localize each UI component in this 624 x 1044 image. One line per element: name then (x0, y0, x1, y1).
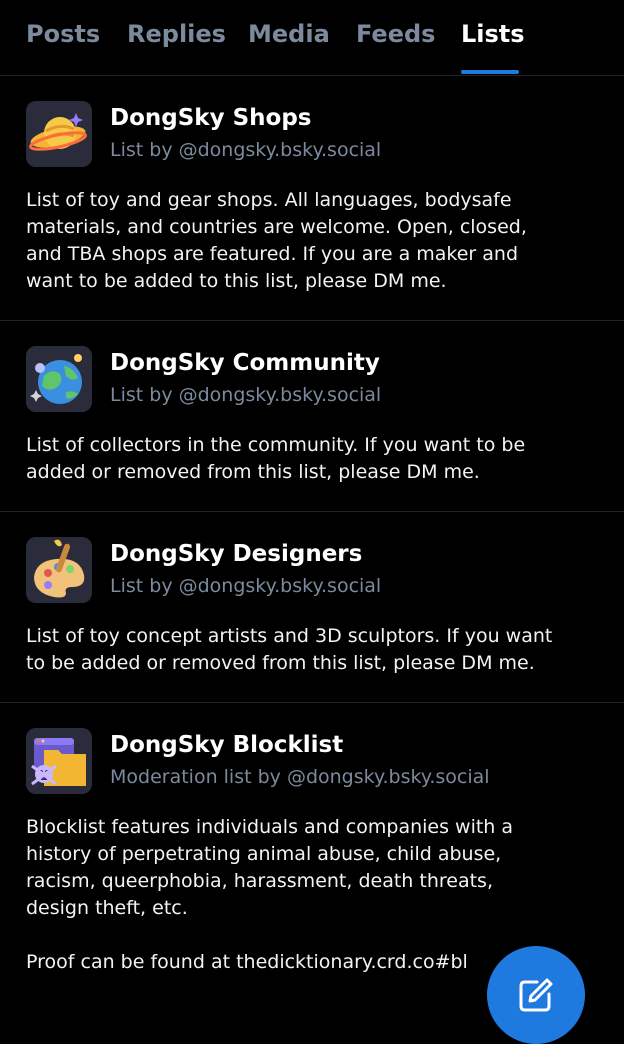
skull-folder-icon (26, 728, 92, 794)
list-description: List of toy and gear shops. All language… (26, 187, 606, 295)
tab-replies[interactable]: Replies (127, 20, 226, 48)
list-item-designers[interactable]: DongSky Designers List by @dongsky.bsky.… (0, 513, 624, 703)
description-line: Blocklist features individuals and compa… (26, 816, 514, 838)
list-title: DongSky Community (110, 350, 380, 376)
list-title: DongSky Blocklist (110, 732, 344, 758)
list-item-shops[interactable]: DongSky Shops List by @dongsky.bsky.soci… (0, 77, 624, 321)
tab-lists[interactable]: Lists (461, 20, 525, 48)
description-line: materials, and countries are welcome. Op… (26, 216, 527, 238)
description-line: and TBA shops are featured. If you are a… (26, 243, 519, 265)
description-line: racism, queerphobia, harassment, death t… (26, 870, 493, 892)
active-tab-indicator (461, 70, 519, 74)
tab-media[interactable]: Media (248, 20, 330, 48)
list-item-community[interactable]: DongSky Community List by @dongsky.bsky.… (0, 322, 624, 512)
list-subtitle: List by @dongsky.bsky.social (110, 384, 382, 406)
description-line: List of collectors in the community. If … (26, 434, 526, 456)
list-title: DongSky Shops (110, 105, 312, 131)
list-subtitle: List by @dongsky.bsky.social (110, 139, 382, 161)
description-line: history of perpetrating animal abuse, ch… (26, 843, 502, 865)
list-title: DongSky Designers (110, 541, 363, 567)
compose-button[interactable] (487, 946, 585, 1044)
globe-icon (26, 346, 92, 412)
description-spacer (26, 922, 606, 949)
list-subtitle: Moderation list by @dongsky.bsky.social (110, 766, 490, 788)
list-description: List of toy concept artists and 3D sculp… (26, 623, 606, 677)
description-line: added or removed from this list, please … (26, 461, 480, 483)
description-line: design theft, etc. (26, 897, 188, 919)
tab-posts[interactable]: Posts (26, 20, 100, 48)
description-line: List of toy and gear shops. All language… (26, 189, 512, 211)
planet-icon (26, 101, 92, 167)
description-line: to be added or removed from this list, p… (26, 652, 535, 674)
tab-feeds[interactable]: Feeds (356, 20, 435, 48)
palette-icon (26, 537, 92, 603)
list-description: List of collectors in the community. If … (26, 432, 606, 486)
list-subtitle: List by @dongsky.bsky.social (110, 575, 382, 597)
profile-tab-bar: Posts Replies Media Feeds Lists (0, 0, 624, 76)
compose-icon (519, 978, 553, 1012)
description-line: want to be added to this list, please DM… (26, 270, 447, 292)
description-line: List of toy concept artists and 3D sculp… (26, 625, 553, 647)
